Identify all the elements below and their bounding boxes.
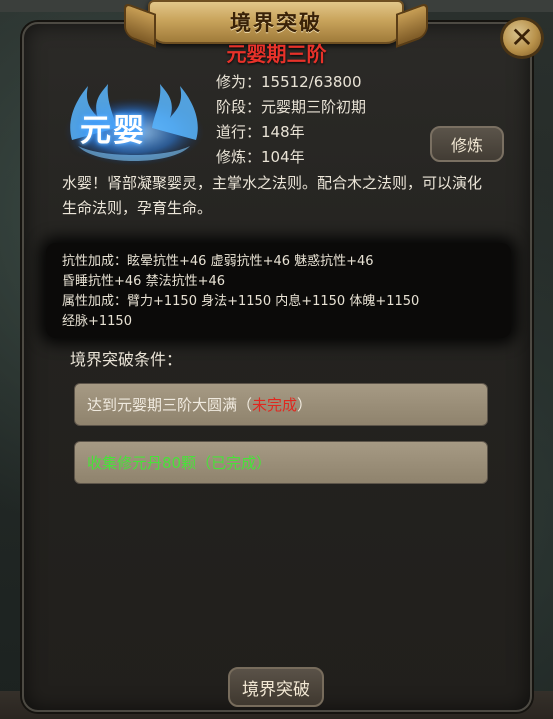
stats-panel: 修为：15512/63800 阶段：元婴期三阶初期 道行：148年 修炼：104… — [216, 70, 366, 170]
bonus-line-resistance: 抗性加成：眩晕抗性+46 虚弱抗性+46 魅惑抗性+46 — [62, 254, 374, 269]
bonus-text: 抗性加成：眩晕抗性+46 虚弱抗性+46 魅惑抗性+46 昏睡抗性+46 禁法抗… — [62, 252, 492, 332]
condition-item-pills: 收集修元丹80颗（已完成） — [74, 441, 488, 484]
condition-1-suffix: ） — [297, 396, 313, 414]
stat-cultivation: 修为：15512/63800 — [216, 73, 362, 91]
stat-dao: 道行：148年 — [216, 123, 305, 141]
stat-stage: 阶段：元婴期三阶初期 — [216, 98, 367, 116]
bonus-line-attributes-2: 经脉+1150 — [62, 314, 132, 329]
condition-1-status: 未完成 — [252, 396, 298, 414]
condition-1-prefix: 达到元婴期三阶大圆满（ — [87, 396, 253, 414]
cultivate-button[interactable]: 修炼 — [430, 126, 504, 162]
breakthrough-button[interactable]: 境界突破 — [228, 667, 324, 707]
bonus-line-resistance-2: 昏睡抗性+46 禁法抗性+46 — [62, 274, 226, 289]
stat-practice: 修炼：104年 — [216, 148, 305, 166]
condition-item-realm: 达到元婴期三阶大圆满（ 未完成） — [74, 383, 488, 426]
realm-subtitle: 元婴期三阶 — [226, 42, 327, 66]
dialog-title: 境界突破 — [230, 11, 322, 35]
bonus-line-attributes: 属性加成：臂力+1150 身法+1150 内息+1150 体魄+1150 — [62, 294, 420, 309]
emblem-label: 元婴 — [80, 113, 146, 149]
realm-description: 水婴！肾部凝聚婴灵，主掌水之法则。配合木之法则，可以演化生命法则，孕育生命。 — [62, 174, 483, 217]
conditions-title: 境界突破条件： — [70, 350, 183, 369]
condition-2-text: 收集修元丹80颗（已完成） — [87, 454, 272, 472]
